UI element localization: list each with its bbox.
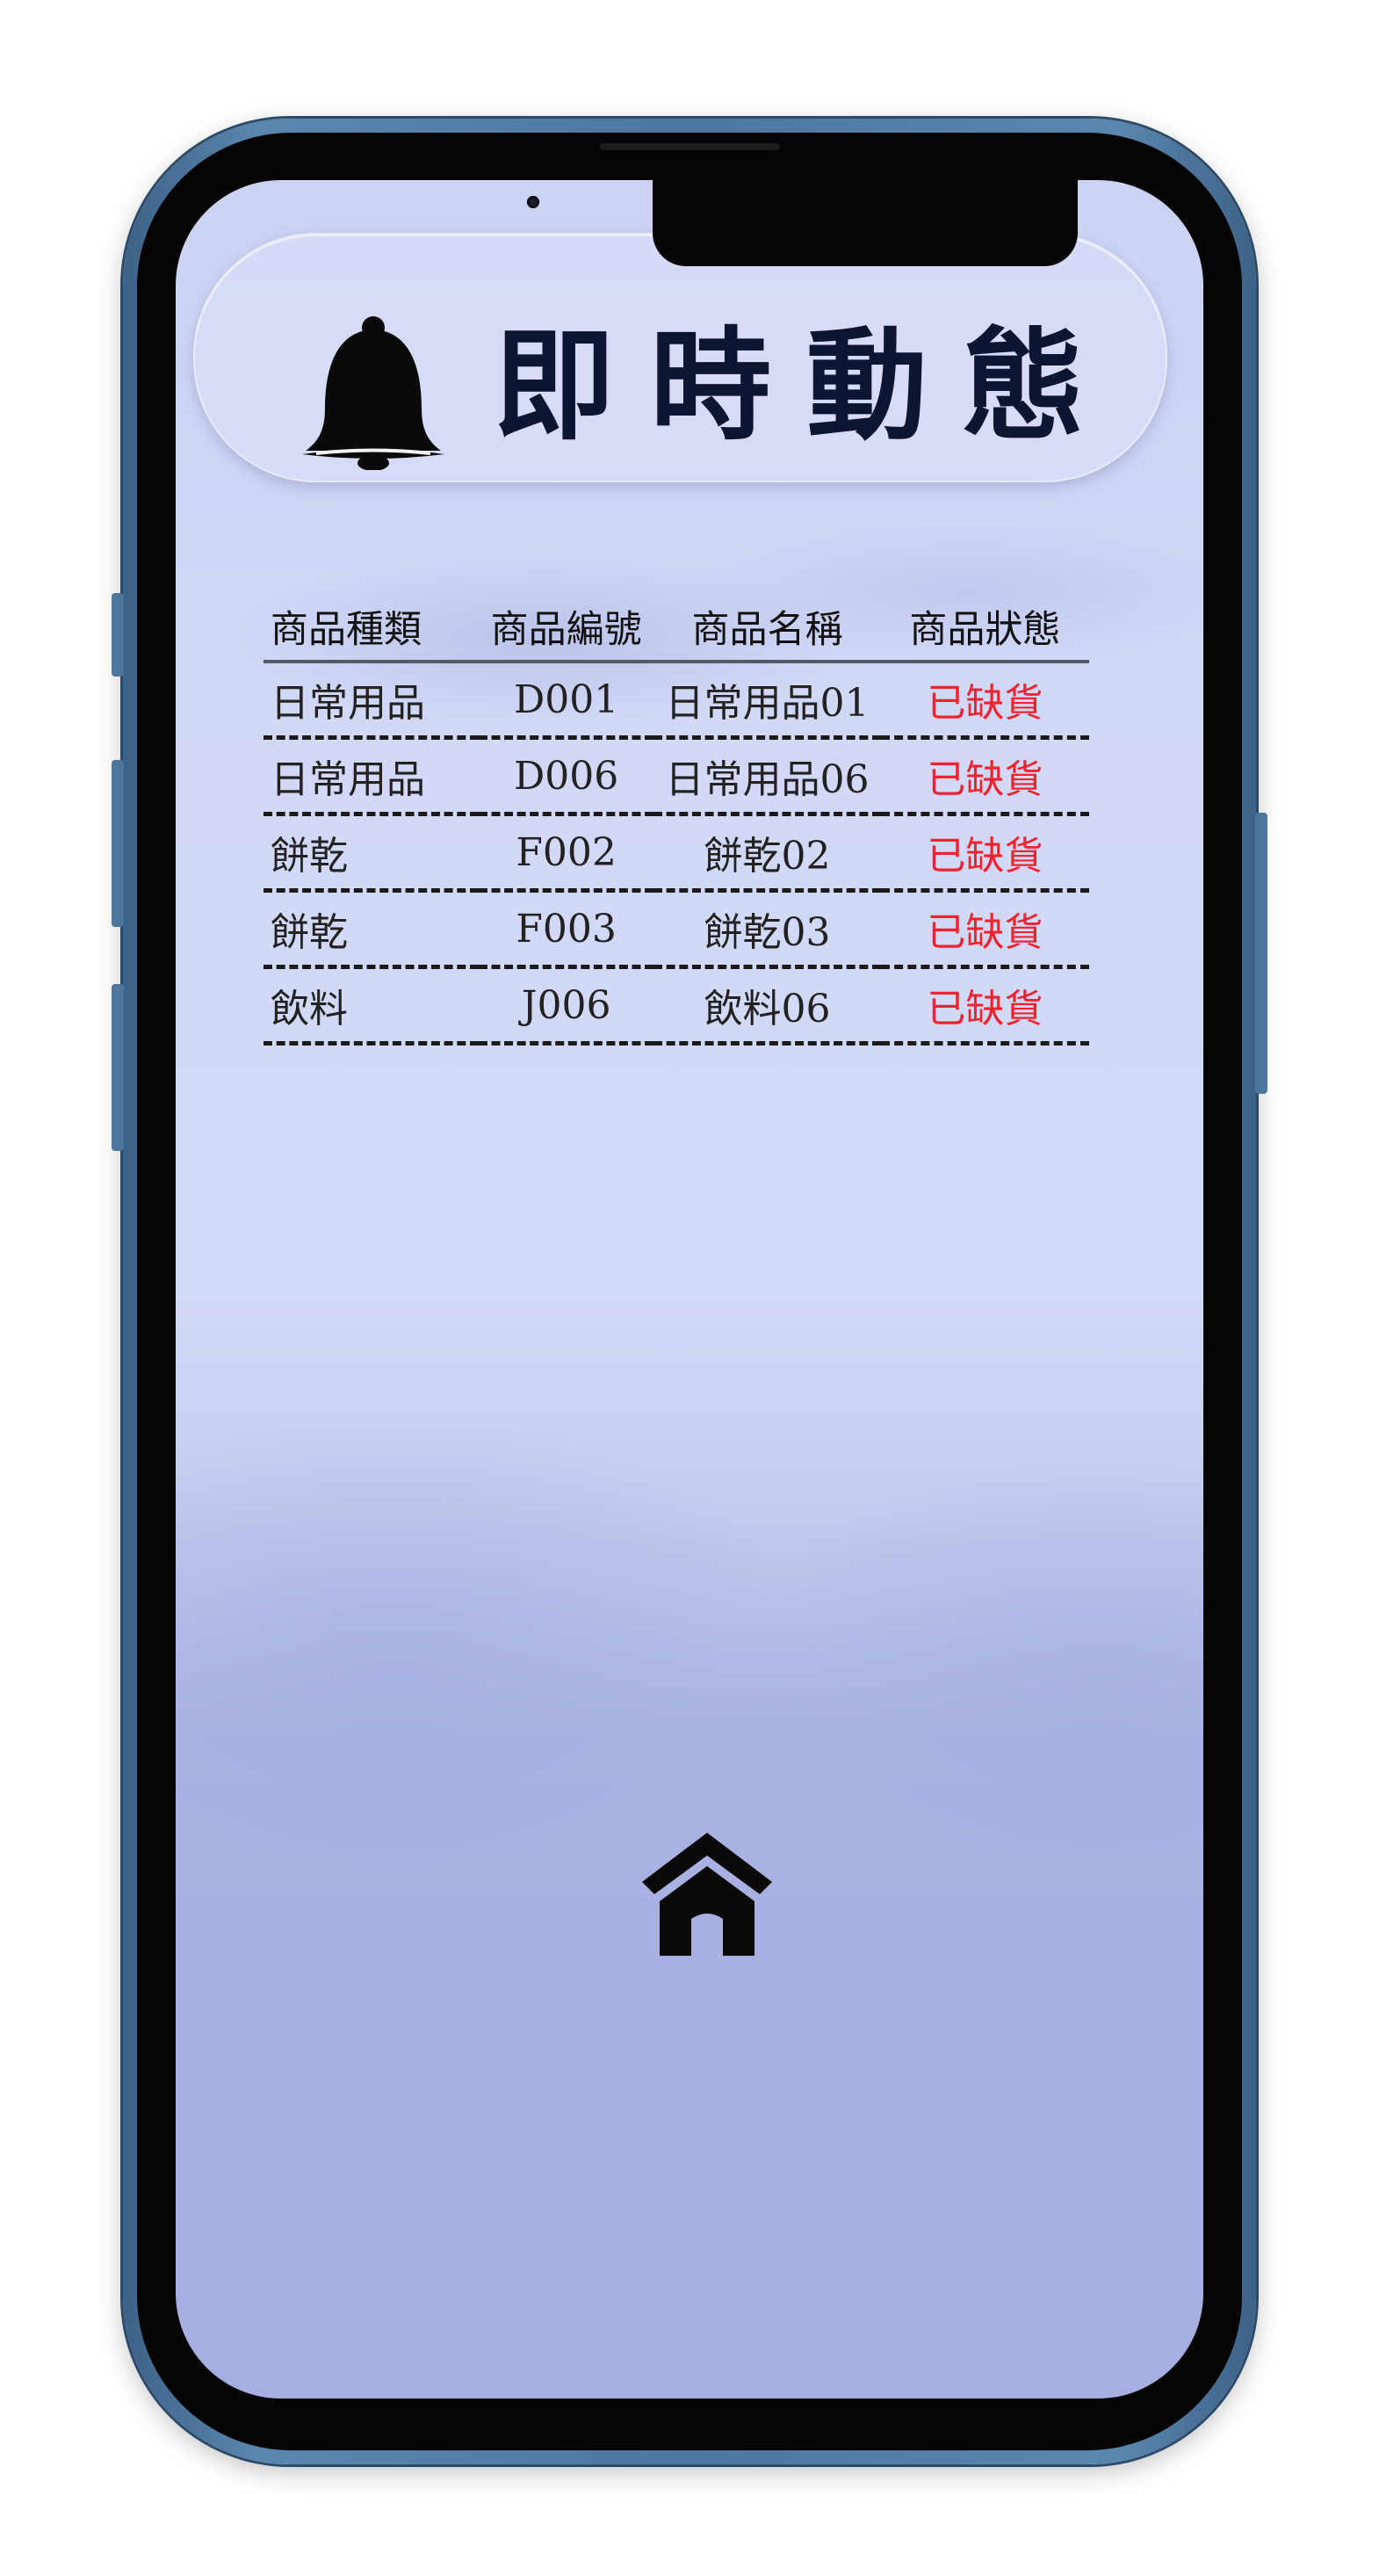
front-camera [527,196,539,208]
cell-status: 已缺貨 [880,662,1089,740]
cell-code: D006 [479,737,654,816]
cell-category: 日常用品 [264,737,480,816]
column-header-status: 商品狀態 [880,593,1089,663]
cell-category: 餅乾 [264,890,480,969]
column-header-category: 商品種類 [264,593,480,663]
cell-code: J006 [479,966,654,1046]
volume-down-button [112,984,124,1151]
table-header-row: 商品種類 商品編號 商品名稱 商品狀態 [264,593,1089,663]
volume-up-button [112,760,124,927]
table-row: 飲料 J006 飲料06 已缺貨 [264,966,1089,1046]
cell-status: 已缺貨 [880,966,1089,1046]
table-row: 日常用品 D006 日常用品06 已缺貨 [264,737,1089,816]
home-icon[interactable] [637,1827,777,1959]
cell-name: 日常用品01 [653,662,881,740]
cell-status: 已缺貨 [880,814,1089,893]
header-bar: 即時動態 [193,233,1167,482]
screen-notch [653,180,1078,266]
cell-name: 餅乾02 [653,814,881,893]
earpiece-speaker [600,143,780,150]
cell-category: 餅乾 [264,814,480,893]
cell-status: 已缺貨 [880,890,1089,969]
cell-name: 日常用品06 [653,737,881,816]
table-row: 餅乾 F003 餅乾03 已缺貨 [264,890,1089,969]
mute-switch [112,593,124,677]
power-button [1255,813,1267,1094]
table-row: 餅乾 F002 餅乾02 已缺貨 [264,814,1089,893]
cell-category: 飲料 [264,966,480,1046]
cell-name: 飲料06 [653,966,881,1046]
app-screen: 即時動態 商品種類 商品編號 商品名稱 商品狀態 日常用品 D001 日常用品0… [176,180,1203,2399]
cell-status: 已缺貨 [880,737,1089,816]
page-title: 即時動態 [494,315,1120,457]
column-header-code: 商品編號 [479,593,654,663]
cell-code: D001 [479,662,654,740]
bell-icon [302,316,444,470]
out-of-stock-table: 商品種類 商品編號 商品名稱 商品狀態 日常用品 D001 日常用品01 已缺貨… [264,593,1089,1046]
cell-code: F003 [479,890,654,969]
cell-name: 餅乾03 [653,890,881,969]
table-row: 日常用品 D001 日常用品01 已缺貨 [264,662,1089,740]
cell-category: 日常用品 [264,662,480,740]
cell-code: F002 [479,814,654,893]
column-header-name: 商品名稱 [653,593,881,663]
